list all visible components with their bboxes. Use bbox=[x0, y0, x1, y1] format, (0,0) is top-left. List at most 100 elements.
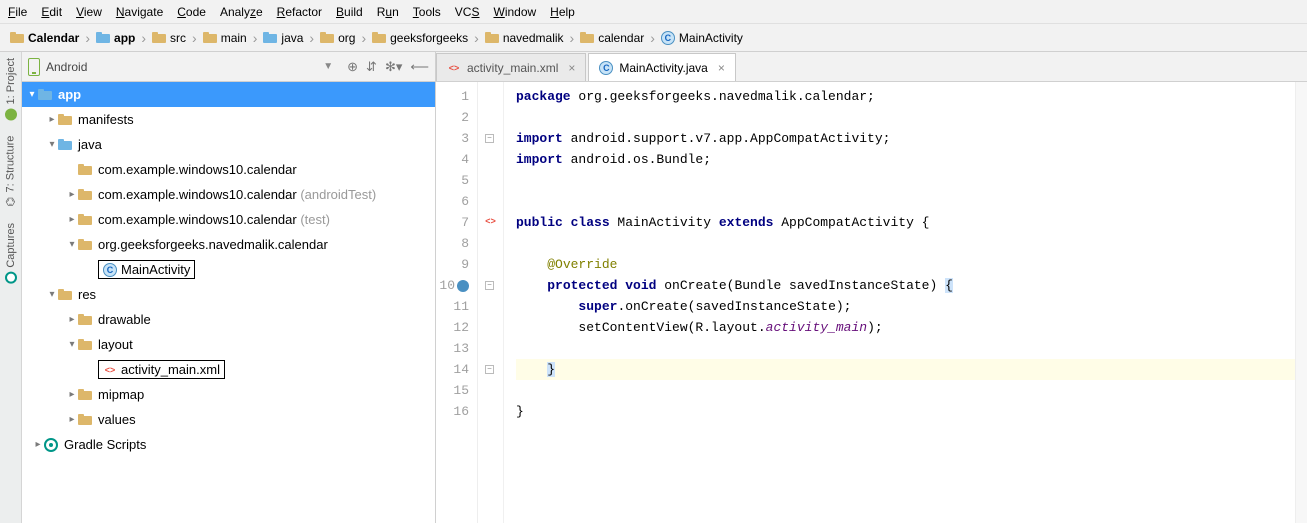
crumb-app[interactable]: app bbox=[92, 31, 139, 45]
code-text[interactable]: package org.geeksforgeeks.navedmalik.cal… bbox=[504, 82, 1307, 523]
class-icon: C bbox=[599, 61, 613, 75]
tree-node-pkg2[interactable]: ▸com.example.windows10.calendar (android… bbox=[22, 182, 435, 207]
line-number: 12 bbox=[436, 317, 469, 338]
tree-node-mainactivity[interactable]: CMainActivity bbox=[22, 257, 435, 282]
tool-structure[interactable]: ⌬7: Structure bbox=[4, 136, 17, 206]
crumb-naved[interactable]: navedmalik bbox=[481, 31, 568, 45]
collapse-icon[interactable]: ⇵ bbox=[366, 59, 377, 75]
chevron-right-icon: › bbox=[474, 30, 479, 46]
code-editor[interactable]: 1 2 3 4 5 6 7 8 9 10 11 12 13 14 15 16 − bbox=[436, 82, 1307, 523]
tree-node-app[interactable]: ▾app bbox=[22, 82, 435, 107]
tree-label: app bbox=[58, 87, 81, 102]
tree-node-pkg3[interactable]: ▸com.example.windows10.calendar (test) bbox=[22, 207, 435, 232]
tab-mainactivity[interactable]: C MainActivity.java × bbox=[588, 53, 736, 81]
tree-suffix: (test) bbox=[297, 212, 330, 227]
tree-label: values bbox=[98, 412, 136, 427]
close-icon[interactable]: × bbox=[718, 61, 725, 75]
code-text: MainActivity bbox=[610, 215, 719, 230]
override-gutter-icon[interactable] bbox=[457, 280, 469, 292]
folder-icon bbox=[58, 114, 72, 125]
fold-icon[interactable]: − bbox=[485, 281, 494, 290]
line-number: 6 bbox=[436, 191, 469, 212]
annotation: @Override bbox=[547, 257, 617, 272]
menu-edit[interactable]: Edit bbox=[41, 5, 62, 19]
crumb-main[interactable]: main bbox=[199, 31, 251, 45]
tree-label: com.example.windows10.calendar bbox=[98, 212, 297, 227]
crumb-calendar[interactable]: Calendar bbox=[6, 31, 83, 45]
crumb-src[interactable]: src bbox=[148, 31, 190, 45]
line-number: 14 bbox=[436, 359, 469, 380]
menu-build[interactable]: Build bbox=[336, 5, 363, 19]
crumb-gfg[interactable]: geeksforgeeks bbox=[368, 31, 472, 45]
folder-icon bbox=[152, 32, 166, 43]
folder-icon bbox=[580, 32, 594, 43]
tab-label: MainActivity.java bbox=[619, 61, 707, 75]
folder-icon bbox=[78, 189, 92, 200]
tree-node-java[interactable]: ▾java bbox=[22, 132, 435, 157]
fold-icon[interactable]: − bbox=[485, 134, 494, 143]
close-icon[interactable]: × bbox=[568, 61, 575, 75]
editor-marker-strip[interactable] bbox=[1295, 82, 1307, 523]
left-tool-strip: 1: Project ⌬7: Structure Captures bbox=[0, 52, 22, 523]
crumb-calendar-pkg[interactable]: calendar bbox=[576, 31, 648, 45]
folder-icon bbox=[78, 239, 92, 250]
tree-node-values[interactable]: ▸values bbox=[22, 407, 435, 432]
crumb-label: geeksforgeeks bbox=[390, 31, 468, 45]
code-text: android.support.v7.app.AppCompatActivity… bbox=[563, 131, 891, 146]
folder-icon bbox=[78, 339, 92, 350]
breadcrumb: Calendar› app› src› main› java› org› gee… bbox=[0, 24, 1307, 52]
menu-code[interactable]: Code bbox=[177, 5, 206, 19]
menu-tools[interactable]: Tools bbox=[413, 5, 441, 19]
menu-analyze[interactable]: Analyze bbox=[220, 5, 263, 19]
tree-node-manifests[interactable]: ▸manifests bbox=[22, 107, 435, 132]
menu-vcs[interactable]: VCS bbox=[455, 5, 480, 19]
folder-icon bbox=[372, 32, 386, 43]
crumb-mainactivity[interactable]: CMainActivity bbox=[657, 31, 747, 45]
crumb-label: MainActivity bbox=[679, 31, 743, 45]
menu-refactor[interactable]: Refactor bbox=[277, 5, 322, 19]
tree-label: res bbox=[78, 287, 96, 302]
dropdown-icon[interactable]: ▼ bbox=[323, 61, 333, 72]
tab-activity-xml[interactable]: <>activity_main.xml× bbox=[436, 53, 586, 81]
keyword: extends bbox=[719, 215, 774, 230]
crumb-java[interactable]: java bbox=[259, 31, 307, 45]
crumb-label: navedmalik bbox=[503, 31, 564, 45]
fold-icon[interactable]: − bbox=[485, 365, 494, 374]
tree-node-res[interactable]: ▾res bbox=[22, 282, 435, 307]
tree-node-layout[interactable]: ▾layout bbox=[22, 332, 435, 357]
code-text: .onCreate(savedInstanceState); bbox=[617, 299, 851, 314]
tree-label: Gradle Scripts bbox=[64, 437, 146, 452]
menu-view[interactable]: View bbox=[76, 5, 102, 19]
tree-suffix: (androidTest) bbox=[297, 187, 376, 202]
project-view-title[interactable]: Android bbox=[46, 60, 87, 74]
tree-node-gradle[interactable]: ▸Gradle Scripts bbox=[22, 432, 435, 457]
menu-file[interactable]: File bbox=[8, 5, 27, 19]
crumb-label: app bbox=[114, 31, 135, 45]
tree-node-mipmap[interactable]: ▸mipmap bbox=[22, 382, 435, 407]
target-icon[interactable]: ⊕ bbox=[347, 59, 358, 75]
menu-navigate[interactable]: Navigate bbox=[116, 5, 163, 19]
menu-help[interactable]: Help bbox=[550, 5, 575, 19]
menu-window[interactable]: Window bbox=[493, 5, 536, 19]
tree-node-pkg1[interactable]: com.example.windows10.calendar bbox=[22, 157, 435, 182]
folder-icon bbox=[78, 214, 92, 225]
crumb-label: src bbox=[170, 31, 186, 45]
chevron-right-icon: › bbox=[650, 30, 655, 46]
crumb-org[interactable]: org bbox=[316, 31, 359, 45]
folder-icon bbox=[58, 139, 72, 150]
crumb-label: Calendar bbox=[28, 31, 79, 45]
gear-icon[interactable]: ✻▾ bbox=[385, 59, 402, 75]
folder-icon bbox=[485, 32, 499, 43]
tree-label: com.example.windows10.calendar bbox=[98, 187, 297, 202]
hide-icon[interactable]: ⟵ bbox=[410, 59, 429, 75]
tree-node-drawable[interactable]: ▸drawable bbox=[22, 307, 435, 332]
tree-node-pkg4[interactable]: ▾org.geeksforgeeks.navedmalik.calendar bbox=[22, 232, 435, 257]
tree-node-activity-xml[interactable]: <>activity_main.xml bbox=[22, 357, 435, 382]
tool-captures[interactable]: Captures bbox=[5, 223, 17, 284]
menu-run[interactable]: Run bbox=[377, 5, 399, 19]
keyword: super bbox=[578, 299, 617, 314]
tool-project[interactable]: 1: Project bbox=[5, 58, 17, 120]
tree-label: drawable bbox=[98, 312, 151, 327]
line-number: 11 bbox=[436, 296, 469, 317]
chevron-right-icon: › bbox=[361, 30, 366, 46]
